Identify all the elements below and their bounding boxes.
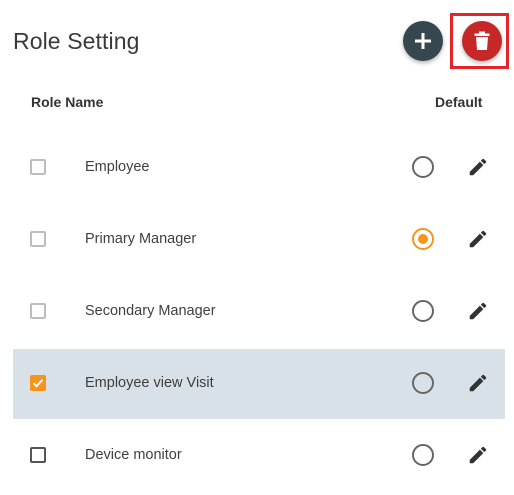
default-radio-selected[interactable] (412, 228, 434, 250)
pencil-icon[interactable] (467, 444, 489, 466)
default-radio[interactable] (412, 300, 434, 322)
trash-icon (474, 31, 490, 50)
add-role-button[interactable] (403, 21, 443, 61)
pencil-icon[interactable] (467, 156, 489, 178)
column-header-role-name: Role Name (31, 94, 104, 110)
row-checkbox[interactable] (30, 159, 46, 175)
check-icon (32, 379, 44, 388)
default-radio[interactable] (412, 444, 434, 466)
table-row-selected[interactable]: Employee view Visit (13, 349, 505, 419)
row-checkbox[interactable] (30, 303, 46, 319)
page-title: Role Setting (13, 28, 140, 54)
table-row[interactable]: Primary Manager (13, 205, 505, 275)
row-checkbox-checked[interactable] (30, 375, 46, 391)
role-name: Secondary Manager (85, 303, 216, 319)
column-header-default: Default (435, 94, 483, 110)
role-name: Employee view Visit (85, 375, 214, 391)
default-radio[interactable] (412, 372, 434, 394)
delete-role-button[interactable] (462, 21, 502, 61)
role-name: Primary Manager (85, 231, 197, 247)
pencil-icon[interactable] (467, 372, 489, 394)
pencil-icon[interactable] (467, 300, 489, 322)
role-name: Device monitor (85, 447, 182, 463)
row-checkbox[interactable] (30, 447, 46, 463)
table-row[interactable]: Employee (13, 133, 505, 203)
table-row[interactable]: Secondary Manager (13, 277, 505, 347)
table-row[interactable]: Device monitor (13, 421, 505, 491)
default-radio[interactable] (412, 156, 434, 178)
row-checkbox[interactable] (30, 231, 46, 247)
pencil-icon[interactable] (467, 228, 489, 250)
plus-icon (415, 33, 431, 49)
role-name: Employee (85, 159, 150, 175)
